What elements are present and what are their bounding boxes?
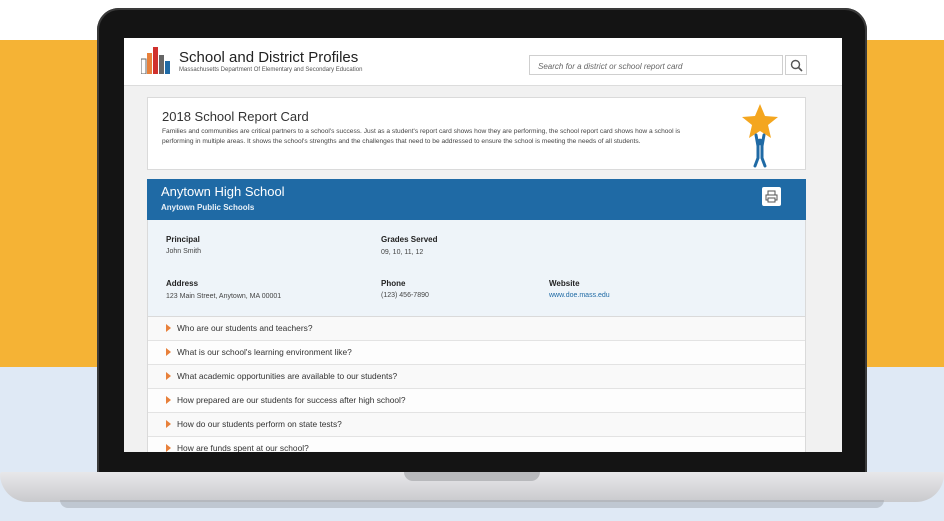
- site-title[interactable]: School and District Profiles: [179, 49, 358, 66]
- website-label: Website: [549, 279, 580, 288]
- chevron-right-icon: [166, 420, 171, 428]
- school-header: Anytown High School Anytown Public Schoo…: [147, 179, 806, 220]
- address-label: Address: [166, 279, 199, 288]
- site-header: School and District Profiles Massachuset…: [124, 38, 842, 86]
- search-icon: [790, 59, 803, 72]
- accordion-item[interactable]: How are funds spent at our school?: [148, 437, 805, 452]
- school-info-panel: Principal John Smith Grades Served 09, 1…: [147, 220, 806, 316]
- star-person-icon: [742, 104, 778, 168]
- chevron-right-icon: [166, 396, 171, 404]
- grades-value: 09, 10, 11, 12: [381, 249, 424, 256]
- accordion-label: How prepared are our students for succes…: [177, 395, 406, 405]
- chevron-right-icon: [166, 348, 171, 356]
- accordion-label: How are funds spent at our school?: [177, 443, 309, 452]
- search-input[interactable]: [536, 57, 780, 76]
- site-subtitle: Massachusetts Department Of Elementary a…: [179, 67, 363, 73]
- search-button[interactable]: [785, 55, 807, 75]
- accordion-item[interactable]: How prepared are our students for succes…: [148, 389, 805, 413]
- accordion-item[interactable]: What is our school's learning environmen…: [148, 341, 805, 365]
- accordion-item[interactable]: Who are our students and teachers?: [148, 317, 805, 341]
- grades-label: Grades Served: [381, 235, 438, 244]
- chevron-right-icon: [166, 444, 171, 452]
- website-link[interactable]: www.doe.mass.edu: [549, 292, 610, 299]
- accordion-label: What academic opportunities are availabl…: [177, 371, 398, 381]
- chevron-right-icon: [166, 372, 171, 380]
- report-card-intro: 2018 School Report Card Families and com…: [147, 97, 806, 170]
- page-title: 2018 School Report Card: [162, 109, 309, 124]
- laptop-base-notch: [404, 472, 540, 481]
- accordion-label: What is our school's learning environmen…: [177, 347, 352, 357]
- accordion-item[interactable]: What academic opportunities are availabl…: [148, 365, 805, 389]
- chevron-right-icon: [166, 324, 171, 332]
- principal-label: Principal: [166, 235, 200, 244]
- accordion-label: How do our students perform on state tes…: [177, 419, 342, 429]
- intro-description: Families and communities are critical pa…: [162, 128, 681, 145]
- logo-books-icon: [141, 47, 170, 74]
- district-name[interactable]: Anytown Public Schools: [161, 203, 254, 212]
- browser-screen: School and District Profiles Massachuset…: [124, 38, 842, 452]
- phone-value: (123) 456-7890: [381, 292, 429, 299]
- accordion-label: Who are our students and teachers?: [177, 323, 313, 333]
- address-value: 123 Main Street, Anytown, MA 00001: [166, 293, 282, 300]
- report-accordion: Who are our students and teachers? What …: [147, 316, 806, 452]
- phone-label: Phone: [381, 279, 406, 288]
- principal-value: John Smith: [166, 248, 202, 255]
- accordion-item[interactable]: How do our students perform on state tes…: [148, 413, 805, 437]
- print-button[interactable]: [762, 187, 781, 206]
- search-box: [529, 55, 783, 76]
- school-name: Anytown High School: [161, 184, 285, 199]
- print-icon: [765, 190, 778, 203]
- laptop-shadow: [60, 500, 884, 508]
